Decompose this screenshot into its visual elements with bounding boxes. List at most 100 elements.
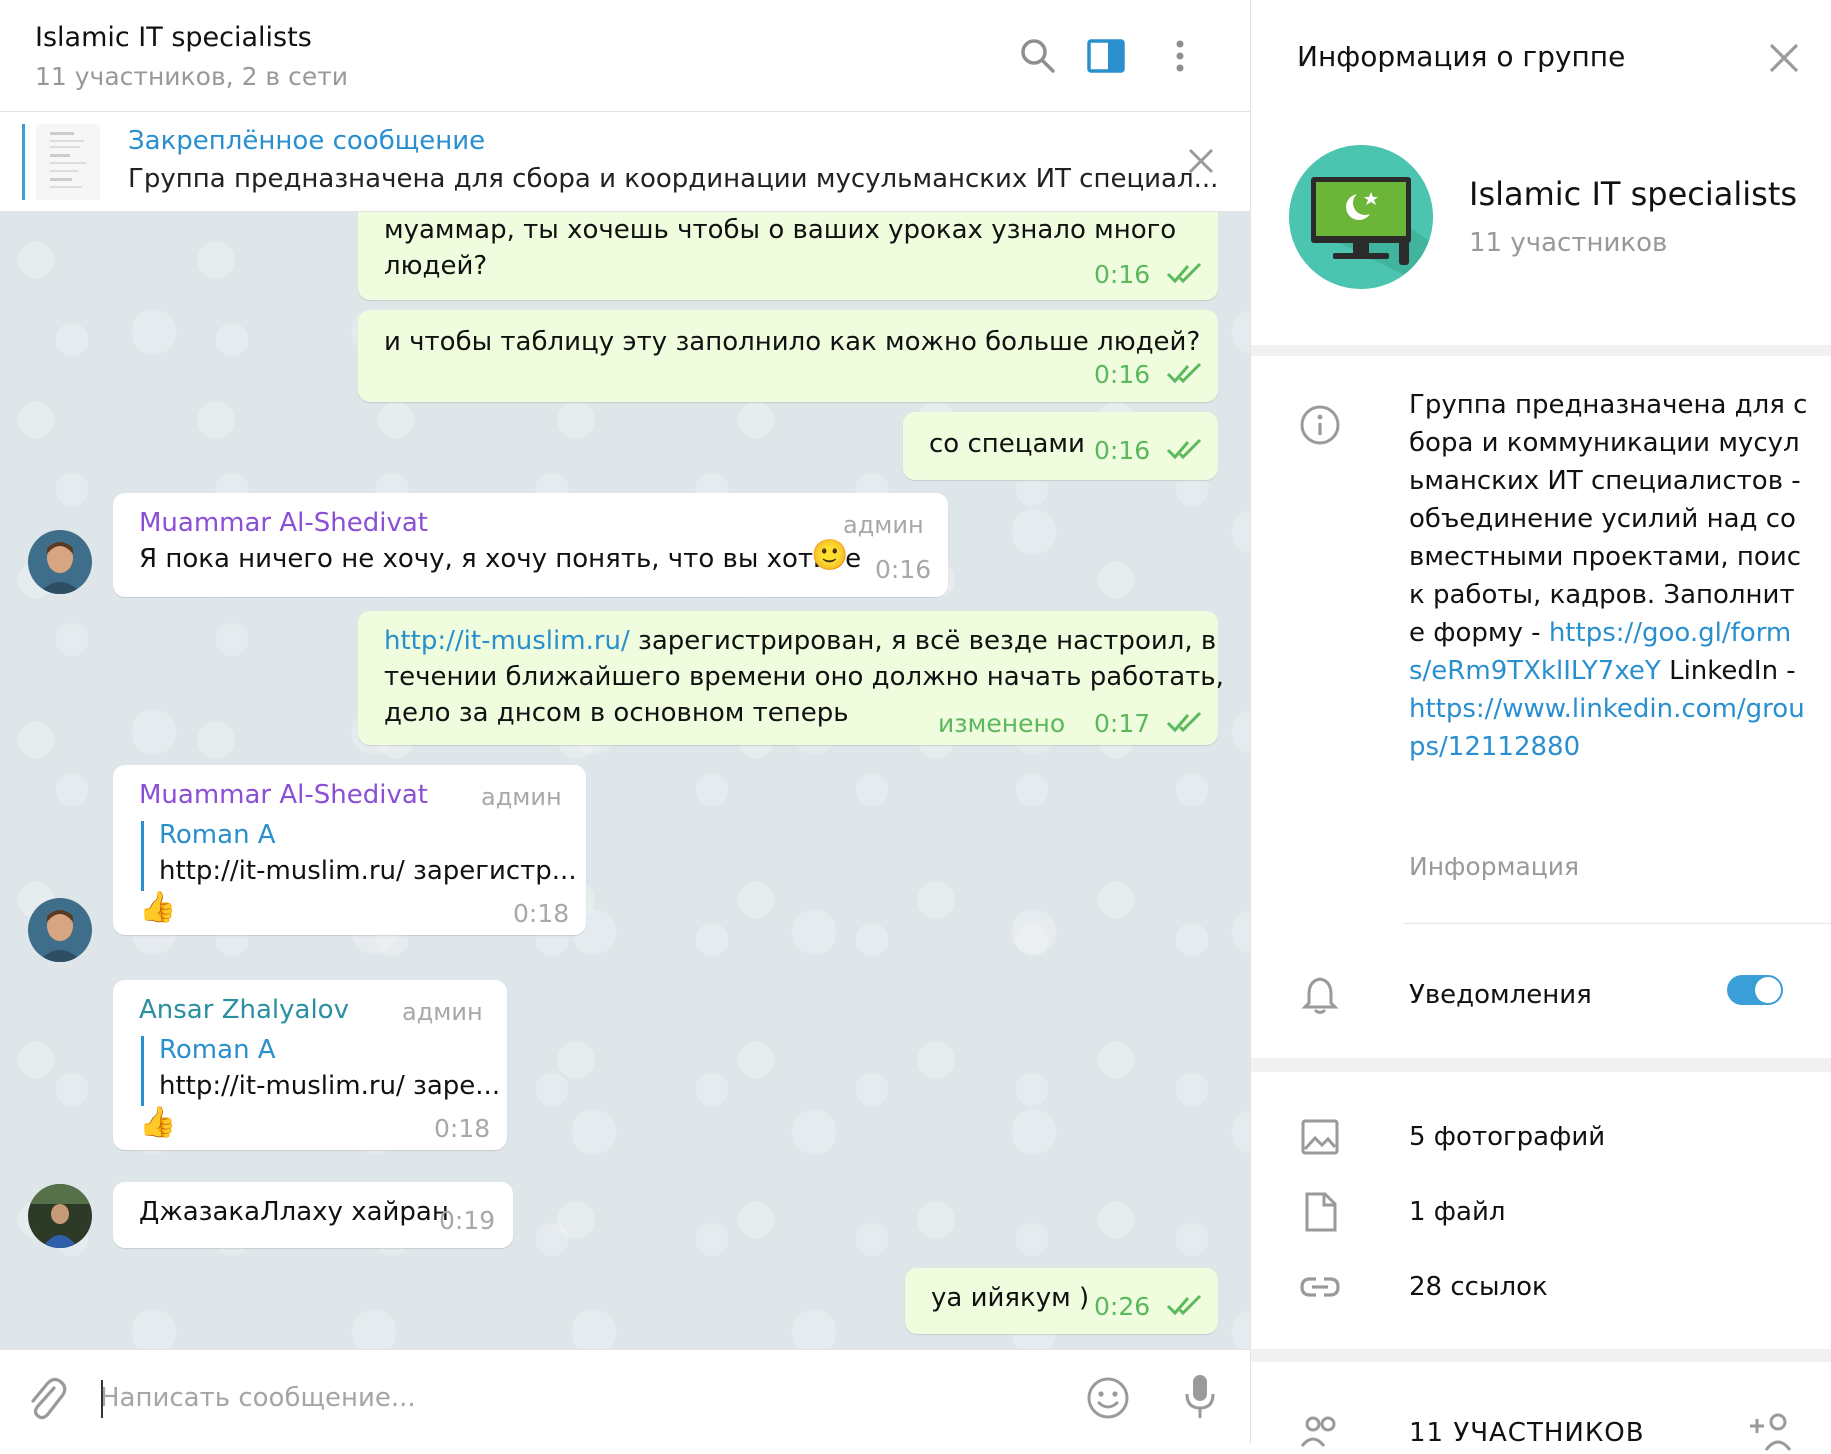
- double-check-icon: [1166, 438, 1202, 460]
- message-text: ДжазакаЛлаху хайран: [139, 1197, 449, 1227]
- pinned-thumbnail: [36, 124, 100, 200]
- links-row[interactable]: 28 ссылок: [1409, 1272, 1548, 1302]
- message-time: 0:16: [875, 555, 932, 584]
- double-check-icon: [1166, 1294, 1202, 1316]
- search-icon[interactable]: [1018, 36, 1058, 76]
- image-icon: [1301, 1119, 1339, 1155]
- message-text: людей?: [384, 251, 488, 281]
- text-cursor: [101, 1380, 103, 1418]
- members-section: 11 УЧАСТНИКОВ: [1251, 1362, 1831, 1451]
- message-time: 0:16: [1094, 260, 1151, 289]
- notifications-toggle[interactable]: [1727, 975, 1783, 1005]
- double-check-icon: [1166, 362, 1202, 384]
- group-info-panel: Информация о группе Islamic IT specialis…: [1250, 0, 1831, 1451]
- reply-bar: [141, 1036, 144, 1106]
- members-icon: [1300, 1416, 1336, 1447]
- microphone-icon[interactable]: [1182, 1372, 1218, 1422]
- more-menu-icon[interactable]: [1160, 36, 1200, 76]
- thumbs-up-emoji: 👍: [139, 890, 177, 925]
- edited-label: изменено: [938, 709, 1066, 738]
- link-icon: [1300, 1277, 1340, 1297]
- pinned-message-bar[interactable]: Закреплённое сообщение Группа предназнач…: [0, 112, 1250, 212]
- sender-name[interactable]: Muammar Al-Shedivat: [139, 505, 428, 542]
- message-text: дело за днсом в основном теперь: [384, 698, 849, 728]
- message-list[interactable]: муаммар, ты хочешь чтобы о ваших уроках …: [0, 212, 1250, 1349]
- message-bubble[interactable]: Muammar Al-Shedivat админ Roman A http:/…: [113, 765, 586, 935]
- bell-icon: [1301, 977, 1339, 1014]
- message-bubble[interactable]: со спецами 0:16: [903, 412, 1218, 480]
- message-bubble[interactable]: и чтобы таблицу эту заполнило как можно …: [358, 310, 1218, 402]
- reply-bar: [141, 821, 144, 891]
- chat-area: Islamic IT specialists 11 участников, 2 …: [0, 0, 1250, 1444]
- admin-badge: админ: [402, 998, 483, 1026]
- message-time: 0:18: [513, 899, 570, 928]
- message-text: и чтобы таблицу эту заполнило как можно …: [384, 327, 1201, 357]
- reply-author[interactable]: Roman A: [159, 1032, 276, 1069]
- chat-title[interactable]: Islamic IT specialists: [35, 22, 312, 53]
- message-bubble[interactable]: уа ийякум ) 0:26: [905, 1268, 1218, 1334]
- message-bubble[interactable]: Muammar Al-Shedivat админ Я пока ничего …: [113, 493, 948, 597]
- pinned-title: Закреплённое сообщение: [128, 126, 486, 156]
- toggle-knob: [1755, 977, 1781, 1003]
- smile-emoji: 🙂: [811, 538, 849, 573]
- message-text: уа ийякум ): [931, 1283, 1090, 1313]
- panel-title: Информация о группе: [1297, 40, 1626, 73]
- pinned-accent-bar: [22, 124, 25, 200]
- photos-row[interactable]: 5 фотографий: [1409, 1122, 1605, 1152]
- thumbs-up-emoji: 👍: [139, 1105, 177, 1140]
- admin-badge: админ: [481, 783, 562, 811]
- group-name: Islamic IT specialists: [1469, 175, 1798, 213]
- sender-name[interactable]: Muammar Al-Shedivat: [139, 777, 428, 814]
- reply-text[interactable]: http://it-muslim.ru/ заре...: [159, 1068, 500, 1105]
- message-bubble[interactable]: Ansar Zhalyalov админ Roman A http://it-…: [113, 980, 507, 1150]
- notifications-label: Уведомления: [1409, 980, 1592, 1010]
- close-pinned-icon[interactable]: [1186, 146, 1216, 176]
- group-description-section: Группа предназначена для сбора и коммуни…: [1251, 356, 1831, 1058]
- emoji-icon[interactable]: [1086, 1376, 1130, 1420]
- shared-media-section: 5 фотографий 1 файл 28 ссылок: [1251, 1072, 1831, 1349]
- divider: [1403, 923, 1831, 924]
- avatar[interactable]: [28, 898, 92, 962]
- group-description: Группа предназначена для сбора и коммуни…: [1409, 390, 1808, 762]
- message-bubble[interactable]: ДжазакаЛлаху хайран 0:19: [113, 1182, 513, 1248]
- info-icon: [1300, 405, 1340, 445]
- group-member-count: 11 участников: [1469, 228, 1668, 258]
- message-text: течении ближайшего времени оно должно на…: [384, 662, 1224, 692]
- message-time: 0:16: [1094, 360, 1151, 389]
- message-composer: [0, 1349, 1250, 1444]
- chat-header: Islamic IT specialists 11 участников, 2 …: [0, 0, 1250, 112]
- avatar[interactable]: [28, 1184, 92, 1248]
- attach-icon[interactable]: [24, 1374, 68, 1422]
- message-bubble[interactable]: http://it-muslim.ru/ зарегистрирован, я …: [358, 611, 1224, 745]
- sender-name[interactable]: Ansar Zhalyalov: [139, 992, 349, 1029]
- group-avatar[interactable]: [1289, 145, 1433, 289]
- message-time: 0:18: [434, 1114, 491, 1143]
- add-member-icon[interactable]: [1747, 1410, 1793, 1452]
- double-check-icon: [1166, 262, 1202, 284]
- admin-badge: админ: [843, 511, 924, 539]
- message-time: 0:17: [1094, 709, 1151, 738]
- close-icon[interactable]: [1768, 42, 1800, 74]
- message-time: 0:16: [1094, 436, 1151, 465]
- message-text: Я пока ничего не хочу, я хочу понять, чт…: [139, 544, 862, 574]
- file-icon: [1305, 1192, 1337, 1232]
- message-input[interactable]: [100, 1378, 1060, 1418]
- pinned-text: Группа предназначена для сбора и координ…: [128, 164, 1219, 194]
- description-caption: Информация: [1409, 852, 1580, 881]
- message-text: со спецами: [929, 429, 1085, 459]
- group-header-section: Информация о группе Islamic IT specialis…: [1251, 0, 1831, 345]
- message-bubble[interactable]: муаммар, ты хочешь чтобы о ваших уроках …: [358, 212, 1218, 300]
- files-row[interactable]: 1 файл: [1409, 1197, 1505, 1227]
- avatar[interactable]: [28, 530, 92, 594]
- message-time: 0:26: [1094, 1292, 1151, 1321]
- linkedin-link[interactable]: https://www.linkedin.com/groups/12112880: [1409, 694, 1805, 762]
- message-text: http://it-muslim.ru/ зарегистрирован, я …: [384, 626, 1217, 656]
- reply-text[interactable]: http://it-muslim.ru/ зарегистр...: [159, 853, 577, 890]
- reply-author[interactable]: Roman A: [159, 817, 276, 854]
- message-text: муаммар, ты хочешь чтобы о ваших уроках …: [384, 215, 1177, 245]
- message-time: 0:19: [439, 1206, 496, 1235]
- chat-subtitle: 11 участников, 2 в сети: [35, 62, 349, 91]
- message-link[interactable]: http://it-muslim.ru/: [384, 626, 630, 656]
- sidebar-toggle-icon[interactable]: [1086, 36, 1126, 76]
- double-check-icon: [1166, 711, 1202, 733]
